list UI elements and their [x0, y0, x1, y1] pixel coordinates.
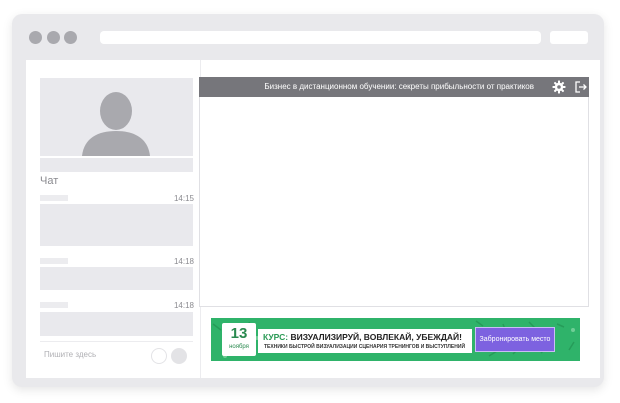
date-card: 13 ноября: [222, 323, 256, 356]
toolbar-button[interactable]: [550, 31, 588, 44]
chat-label: Чат: [40, 175, 59, 187]
message-time: 14:18: [173, 301, 194, 310]
webinar-title: Бизнес в дистанционном обучении: секреты…: [264, 82, 534, 91]
chat-input[interactable]: Пишите здесь: [44, 350, 96, 359]
course-prefix: КУРС:: [263, 332, 289, 342]
reserve-button[interactable]: Забронировать место: [475, 327, 555, 352]
message-time: 14:18: [173, 257, 194, 266]
gear-icon[interactable]: [552, 80, 566, 94]
course-subtitle: ТЕХНИКИ БЫСТРОЙ ВИЗУАЛИЗАЦИИ СЦЕНАРИЯ ТР…: [264, 344, 466, 350]
course-name: ВИЗУАЛИЗИРУЙ, ВОВЛЕКАЙ, УБЕЖДАЙ!: [288, 332, 462, 342]
exit-icon[interactable]: [574, 80, 588, 94]
date-month: ноября: [229, 344, 249, 350]
emoji-button[interactable]: [151, 348, 167, 364]
course-title: КУРС: ВИЗУАЛИЗИРУЙ, ВОВЛЕКАЙ, УБЕЖДАЙ!: [263, 332, 462, 342]
message-time: 14:15: [173, 194, 194, 203]
user-name-bar: [40, 158, 193, 172]
user-silhouette-icon: [82, 92, 150, 156]
video-player[interactable]: [199, 77, 589, 307]
message-author: [40, 195, 68, 201]
message-author: [40, 302, 68, 308]
address-bar[interactable]: [100, 31, 541, 44]
message-bubble: [40, 267, 193, 290]
window-dot-minimize[interactable]: [47, 31, 60, 44]
window-dot-close[interactable]: [29, 31, 42, 44]
avatar: [40, 78, 193, 156]
divider: [40, 341, 193, 342]
window-dot-maximize[interactable]: [64, 31, 77, 44]
message-bubble: [40, 204, 193, 246]
message-bubble: [40, 312, 193, 336]
message-author: [40, 258, 68, 264]
send-button[interactable]: [171, 348, 187, 364]
date-day: 13: [230, 325, 248, 342]
